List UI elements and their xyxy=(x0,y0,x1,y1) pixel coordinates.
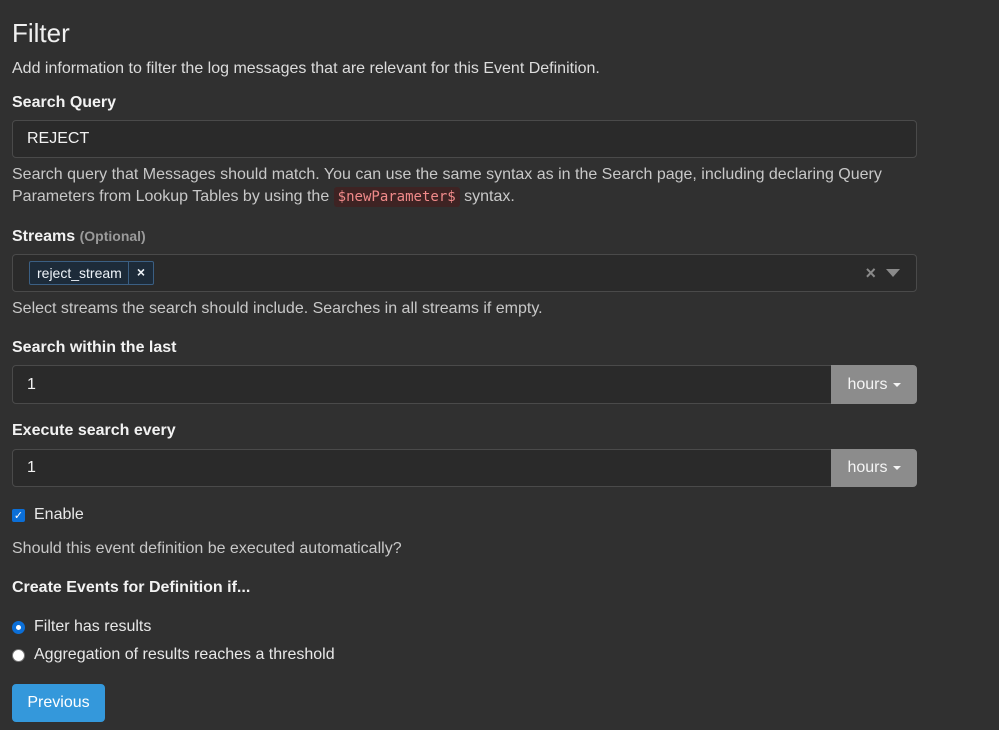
radio-button[interactable] xyxy=(12,648,25,662)
dropdown-arrow-icon[interactable] xyxy=(886,269,900,277)
section-title: Filter xyxy=(12,18,70,48)
enable-checkbox[interactable]: ✓ xyxy=(12,508,25,522)
streams-optional-label: (Optional) xyxy=(79,228,146,244)
execute-every-value: 1 xyxy=(27,459,36,476)
create-events-label: Create Events for Definition if... xyxy=(12,579,251,596)
radio-filter-has-results[interactable]: Filter has results xyxy=(12,618,151,636)
search-query-label: Search Query xyxy=(12,94,117,111)
radio-aggregation-threshold[interactable]: Aggregation of results reaches a thresho… xyxy=(12,646,335,664)
streams-help: Select streams the search should include… xyxy=(12,300,543,317)
stream-tag-label: reject_stream xyxy=(37,265,122,281)
caret-down-icon xyxy=(892,382,901,387)
radio-label: Aggregation of results reaches a thresho… xyxy=(34,646,335,663)
streams-label: Streams xyxy=(12,228,76,245)
streams-select[interactable]: reject_stream × × xyxy=(12,254,917,292)
execute-every-label: Execute search every xyxy=(12,422,176,439)
search-query-help: Search query that Messages should match.… xyxy=(12,164,932,208)
enable-help: Should this event definition be executed… xyxy=(12,540,402,557)
search-query-input[interactable]: REJECT xyxy=(12,120,917,158)
search-within-value: 1 xyxy=(27,375,36,393)
execute-every-unit-dropdown[interactable]: hours xyxy=(831,449,917,487)
remove-stream-tag-icon[interactable]: × xyxy=(127,262,153,284)
search-within-unit-dropdown[interactable]: hours xyxy=(831,365,917,404)
execute-every-unit: hours xyxy=(847,459,888,476)
search-within-label: Search within the last xyxy=(12,339,177,356)
streams-label-row: Streams (Optional) xyxy=(12,228,146,246)
parameter-syntax-code: $newParameter$ xyxy=(333,187,460,207)
clear-selection-icon[interactable]: × xyxy=(865,263,876,284)
search-within-input[interactable]: 1 xyxy=(12,365,832,404)
radio-button-selected[interactable] xyxy=(12,620,25,634)
event-definition-filter-form: Filter Add information to filter the log… xyxy=(0,0,999,730)
section-description: Add information to filter the log messag… xyxy=(12,60,600,77)
execute-every-input[interactable]: 1 xyxy=(12,449,832,487)
caret-down-icon xyxy=(892,466,901,470)
previous-button[interactable]: Previous xyxy=(12,684,105,722)
radio-label: Filter has results xyxy=(34,618,152,635)
search-query-help-suffix: syntax. xyxy=(464,188,515,205)
enable-label: Enable xyxy=(34,506,84,523)
enable-checkbox-row[interactable]: ✓ Enable xyxy=(12,506,84,524)
search-query-value: REJECT xyxy=(27,130,90,147)
search-within-unit: hours xyxy=(847,375,888,393)
stream-tag: reject_stream × xyxy=(29,261,154,285)
